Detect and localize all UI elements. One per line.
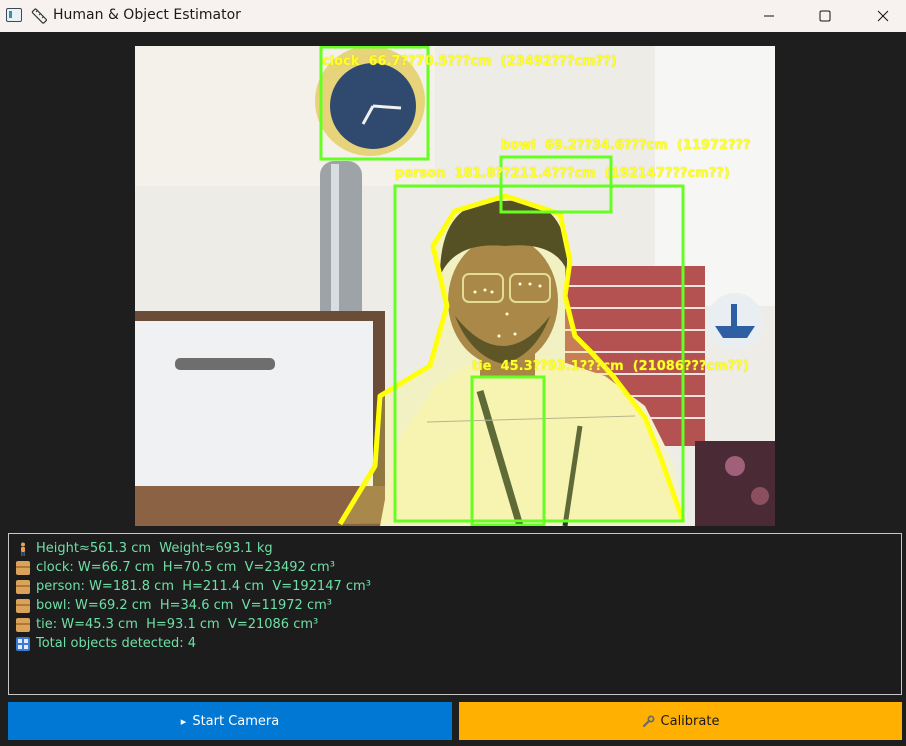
package-icon: [16, 579, 30, 594]
minimize-icon: [764, 15, 774, 17]
object-line: bowl: W=69.2 cm H=34.6 cm V=11972 cm³: [16, 596, 901, 615]
start-camera-button[interactable]: ▸ Start Camera: [8, 702, 452, 740]
object-line: person: W=181.8 cm H=211.4 cm V=192147 c…: [16, 577, 901, 596]
bowl-measurement-text: bowl: W=69.2 cm H=34.6 cm V=11972 cm³: [36, 598, 332, 613]
camera-feed: clock 66.7??70.5???cm (23492???cm??) bow…: [135, 46, 775, 526]
calibrate-button[interactable]: Calibrate: [459, 702, 902, 740]
package-icon: [16, 598, 30, 613]
package-icon: [16, 617, 30, 632]
app-icon: [6, 8, 22, 22]
numbers-icon: [16, 636, 30, 651]
title-bar: Human & Object Estimator: [0, 0, 906, 32]
measurement-line: Height≈561.3 cm Weight≈693.1 kg: [16, 539, 901, 558]
start-camera-label: Start Camera: [192, 713, 280, 729]
calibrate-label: Calibrate: [660, 713, 720, 729]
tie-measurement-text: tie: W=45.3 cm H=93.1 cm V=21086 cm³: [36, 617, 319, 632]
detection-label-tie: tie 45.3??93.1???cm (21086???cm??): [472, 359, 749, 374]
package-icon: [16, 560, 30, 575]
object-line: clock: W=66.7 cm H=70.5 cm V=23492 cm³: [16, 558, 901, 577]
height-weight-text: Height≈561.3 cm Weight≈693.1 kg: [36, 541, 273, 556]
object-line: tie: W=45.3 cm H=93.1 cm V=21086 cm³: [16, 615, 901, 634]
results-panel[interactable]: Height≈561.3 cm Weight≈693.1 kg clock: W…: [8, 533, 902, 695]
close-button[interactable]: [860, 0, 906, 32]
wrench-icon: [642, 715, 655, 727]
close-icon: [877, 10, 889, 22]
total-objects-text: Total objects detected: 4: [36, 636, 197, 651]
detection-label-clock: clock 66.7??70.5???cm (23492???cm??): [322, 54, 617, 69]
detection-label-person: person 181.8??211.4???cm (192147???cm??): [395, 166, 730, 181]
ruler-icon: [31, 8, 47, 24]
camera-scene: [135, 46, 775, 526]
maximize-icon: [819, 10, 831, 22]
total-line: Total objects detected: 4: [16, 634, 901, 653]
clock-measurement-text: clock: W=66.7 cm H=70.5 cm V=23492 cm³: [36, 560, 335, 575]
window-title: Human & Object Estimator: [53, 7, 241, 23]
person-measurement-text: person: W=181.8 cm H=211.4 cm V=192147 c…: [36, 579, 371, 594]
minimize-button[interactable]: [746, 0, 792, 32]
play-icon: ▸: [180, 714, 187, 728]
person-icon: [21, 542, 25, 556]
maximize-button[interactable]: [802, 0, 848, 32]
detection-label-bowl: bowl 69.2??34.6???cm (11972???: [501, 138, 751, 153]
